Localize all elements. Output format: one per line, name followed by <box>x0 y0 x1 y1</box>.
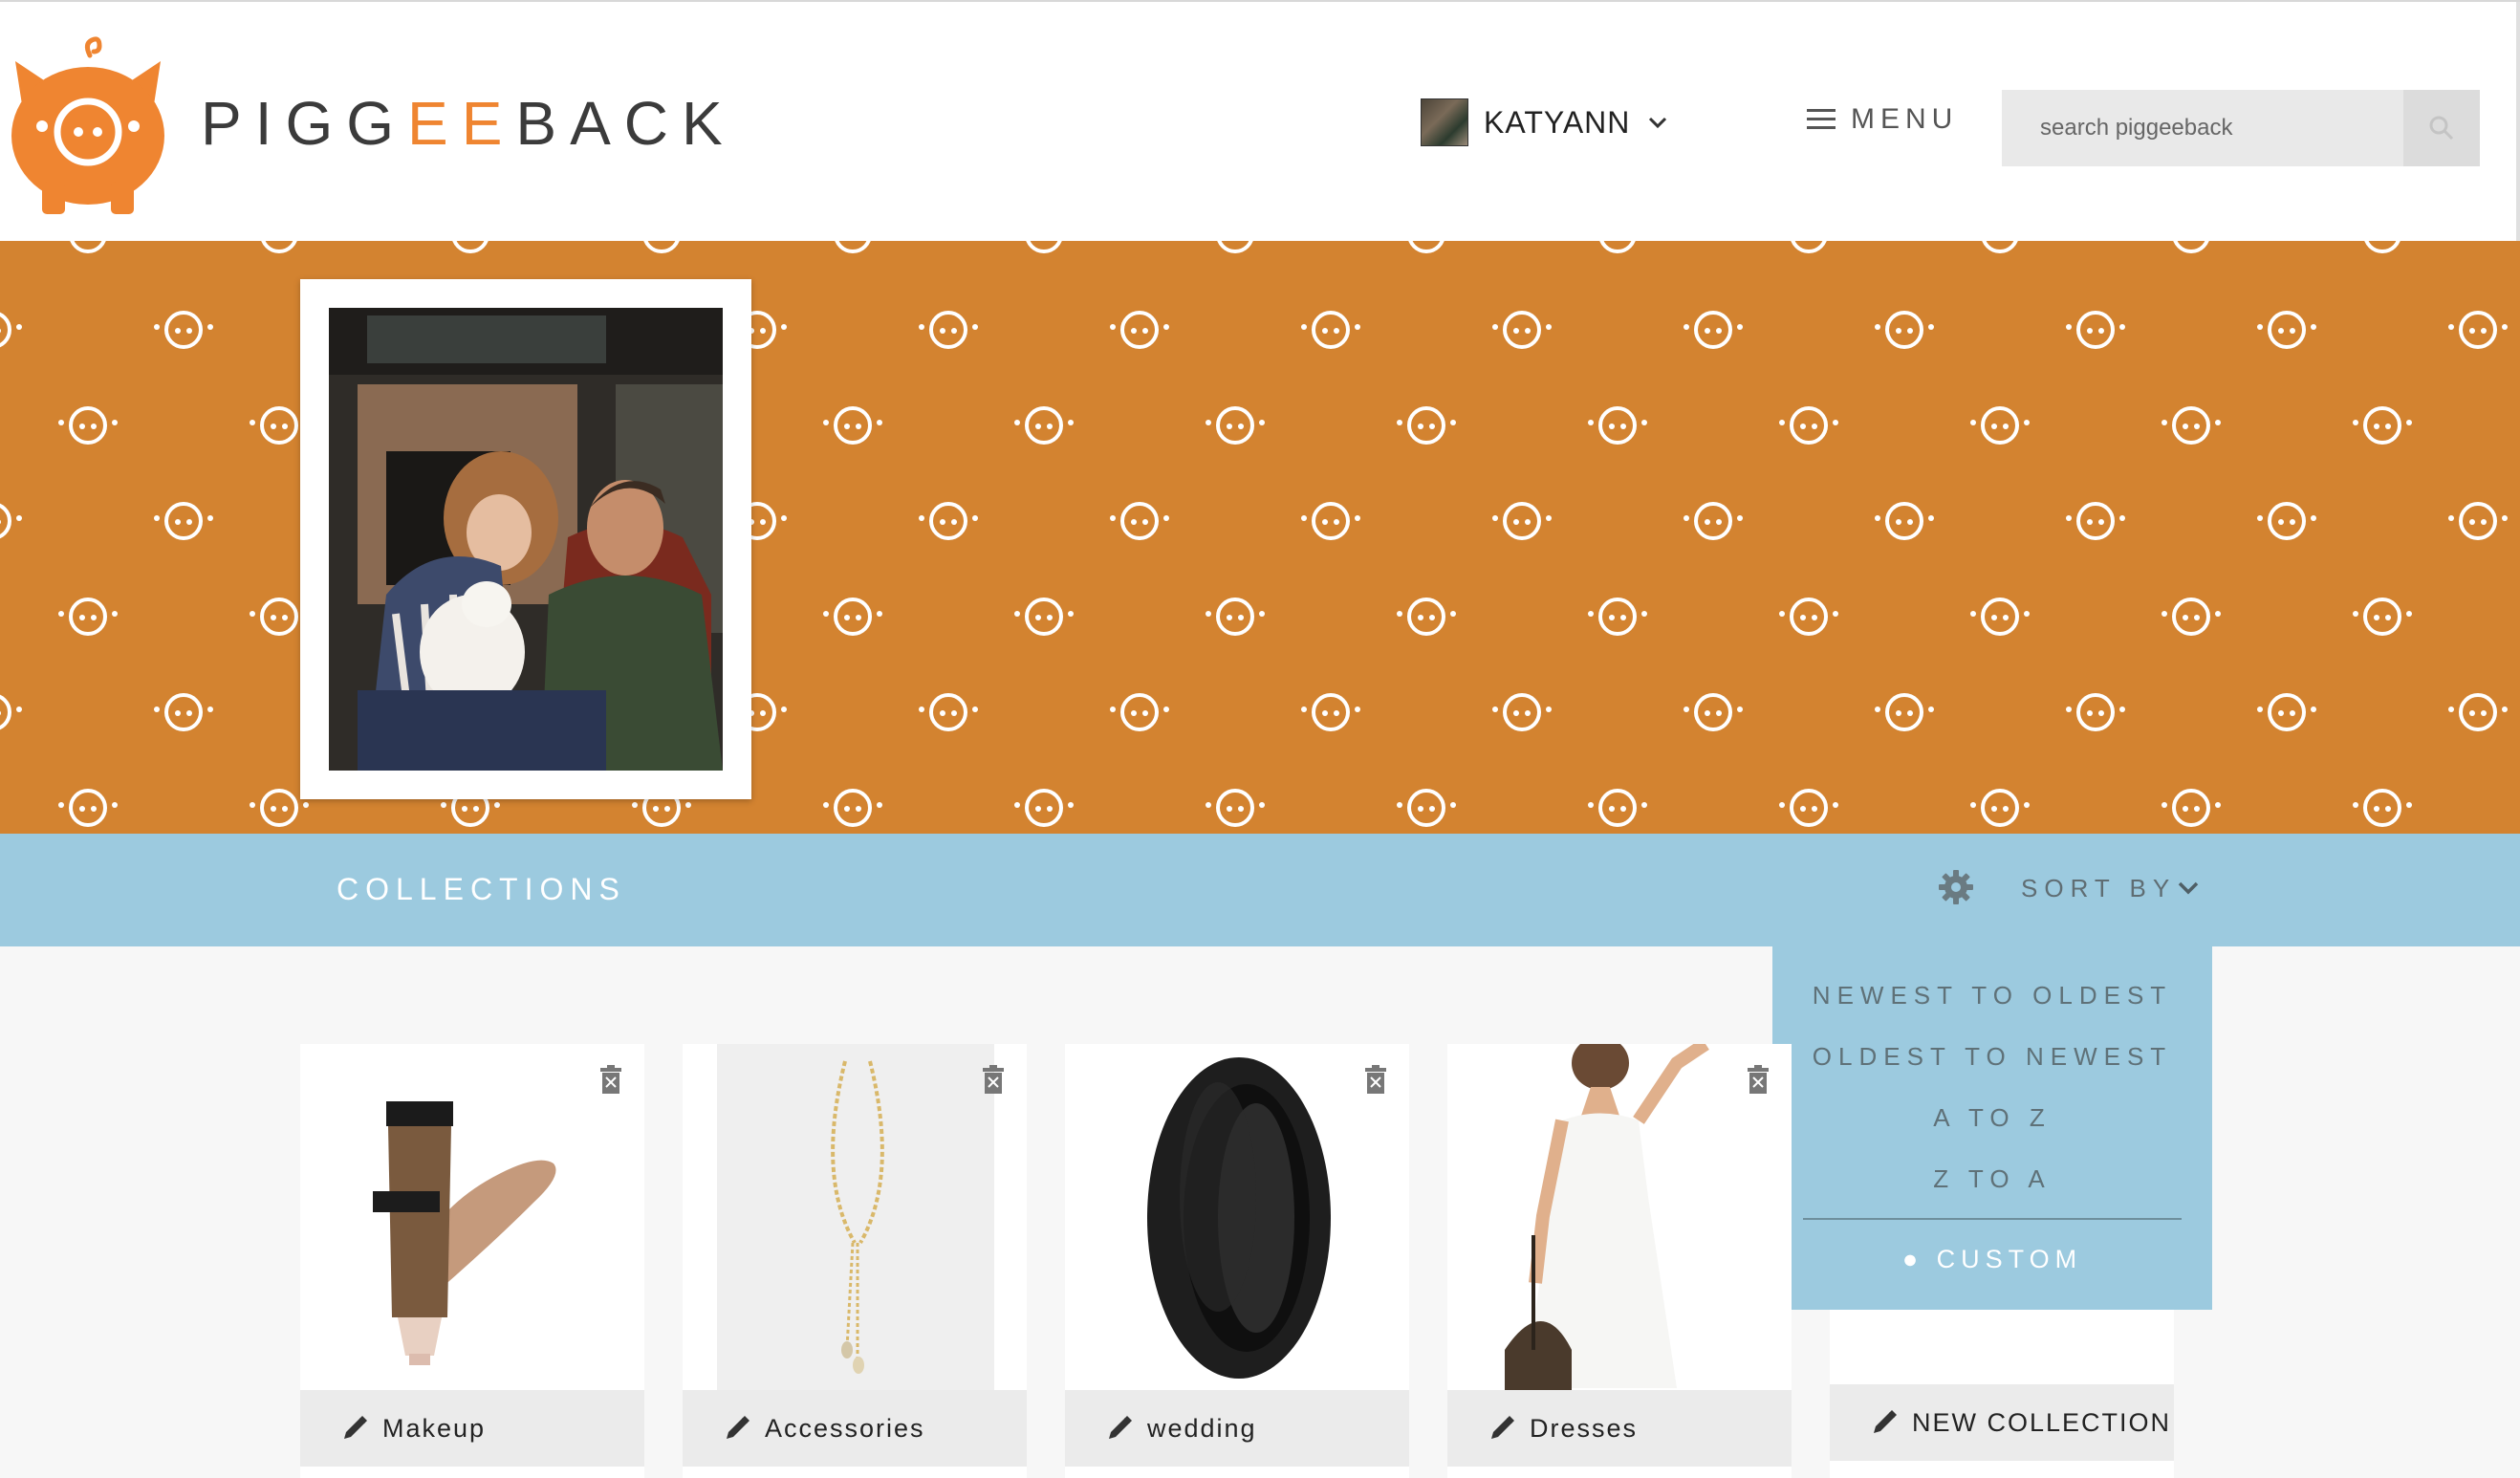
profile-photo <box>329 308 723 771</box>
dress-image <box>1447 1044 1792 1390</box>
collection-edit-button[interactable]: Dresses <box>1447 1390 1792 1467</box>
collection-card[interactable]: Dresses <box>1447 1044 1792 1478</box>
trash-icon[interactable] <box>1746 1065 1771 1094</box>
sort-option-custom[interactable]: ● CUSTOM <box>1772 1245 2212 1274</box>
sort-option-oldest[interactable]: OLDEST TO NEWEST <box>1772 1042 2212 1072</box>
collection-edit-button[interactable]: wedding <box>1065 1390 1409 1467</box>
trash-icon[interactable] <box>1363 1065 1388 1094</box>
trash-icon[interactable] <box>981 1065 1006 1094</box>
brand-wordmark-suffix: BACK <box>515 89 736 158</box>
chevron-down-icon[interactable] <box>2176 876 2201 901</box>
necklace-image <box>683 1044 1027 1390</box>
sort-divider <box>1803 1218 2182 1220</box>
ring-image <box>1065 1044 1409 1390</box>
sort-option-a-to-z[interactable]: A TO Z <box>1772 1103 2212 1133</box>
search-input[interactable] <box>2002 90 2403 166</box>
pig-logo-icon[interactable] <box>8 19 168 220</box>
sort-dropdown: NEWEST TO OLDEST OLDEST TO NEWEST A TO Z… <box>1772 946 2212 1310</box>
sort-option-z-to-a[interactable]: Z TO A <box>1772 1164 2212 1194</box>
sort-by-label[interactable]: SORT BY <box>2021 874 2176 903</box>
collection-card[interactable]: Accessories <box>683 1044 1027 1478</box>
collection-name: Makeup <box>382 1413 487 1443</box>
sort-option-newest[interactable]: NEWEST TO OLDEST <box>1772 981 2212 1011</box>
collections-bar: COLLECTIONS SORT BY <box>0 834 2520 946</box>
avatar <box>1421 98 1468 146</box>
menu-button[interactable]: MENU <box>1807 103 1958 136</box>
collection-name: wedding <box>1147 1413 1257 1443</box>
brand-wordmark-prefix: PIGG <box>201 89 408 158</box>
pencil-icon <box>1874 1410 1897 1433</box>
collection-thumbnail[interactable] <box>1447 1044 1792 1390</box>
menu-label: MENU <box>1851 103 1959 135</box>
chevron-down-icon <box>1649 117 1667 129</box>
makeup-image <box>300 1044 644 1390</box>
collection-edit-button[interactable]: Makeup <box>300 1390 644 1467</box>
collection-card[interactable]: Makeup <box>300 1044 644 1478</box>
pencil-icon <box>1109 1416 1132 1439</box>
collection-edit-button[interactable]: Accessories <box>683 1390 1027 1467</box>
collection-name: Accessories <box>765 1413 925 1443</box>
gear-icon[interactable] <box>1937 868 1975 906</box>
new-collection-card: NEW COLLECTION <box>1830 1310 2174 1478</box>
collection-name: Dresses <box>1530 1413 1639 1443</box>
sort-custom-label: CUSTOM <box>1936 1245 2083 1273</box>
selected-dot: ● <box>1901 1245 1937 1273</box>
search-box <box>2002 90 2480 166</box>
collection-thumbnail[interactable] <box>300 1044 644 1390</box>
hamburger-icon <box>1807 109 1836 129</box>
collection-card[interactable]: wedding <box>1065 1044 1409 1478</box>
collections-title: COLLECTIONS <box>337 872 626 906</box>
couple-photo <box>329 308 723 771</box>
search-icon <box>2429 116 2454 141</box>
pencil-icon <box>344 1416 367 1439</box>
collection-thumbnail[interactable] <box>683 1044 1027 1390</box>
new-collection-button[interactable]: NEW COLLECTION <box>1830 1384 2174 1461</box>
new-collection-label: NEW COLLECTION <box>1912 1407 2172 1437</box>
collection-thumbnail[interactable] <box>1065 1044 1409 1390</box>
profile-photo-frame[interactable] <box>300 279 751 799</box>
user-menu[interactable]: KATYANN <box>1421 98 1670 147</box>
search-button[interactable] <box>2403 90 2480 166</box>
page-edge <box>2516 2 2520 243</box>
brand-wordmark-accent: EE <box>407 89 516 158</box>
pencil-icon <box>727 1416 749 1439</box>
pencil-icon <box>1491 1416 1514 1439</box>
trash-icon[interactable] <box>598 1065 623 1094</box>
brand-wordmark[interactable]: PIGGEEBACK <box>201 88 736 159</box>
site-header: PIGGEEBACK KATYANN MENU <box>0 0 2520 243</box>
user-name: KATYANN <box>1484 104 1631 140</box>
